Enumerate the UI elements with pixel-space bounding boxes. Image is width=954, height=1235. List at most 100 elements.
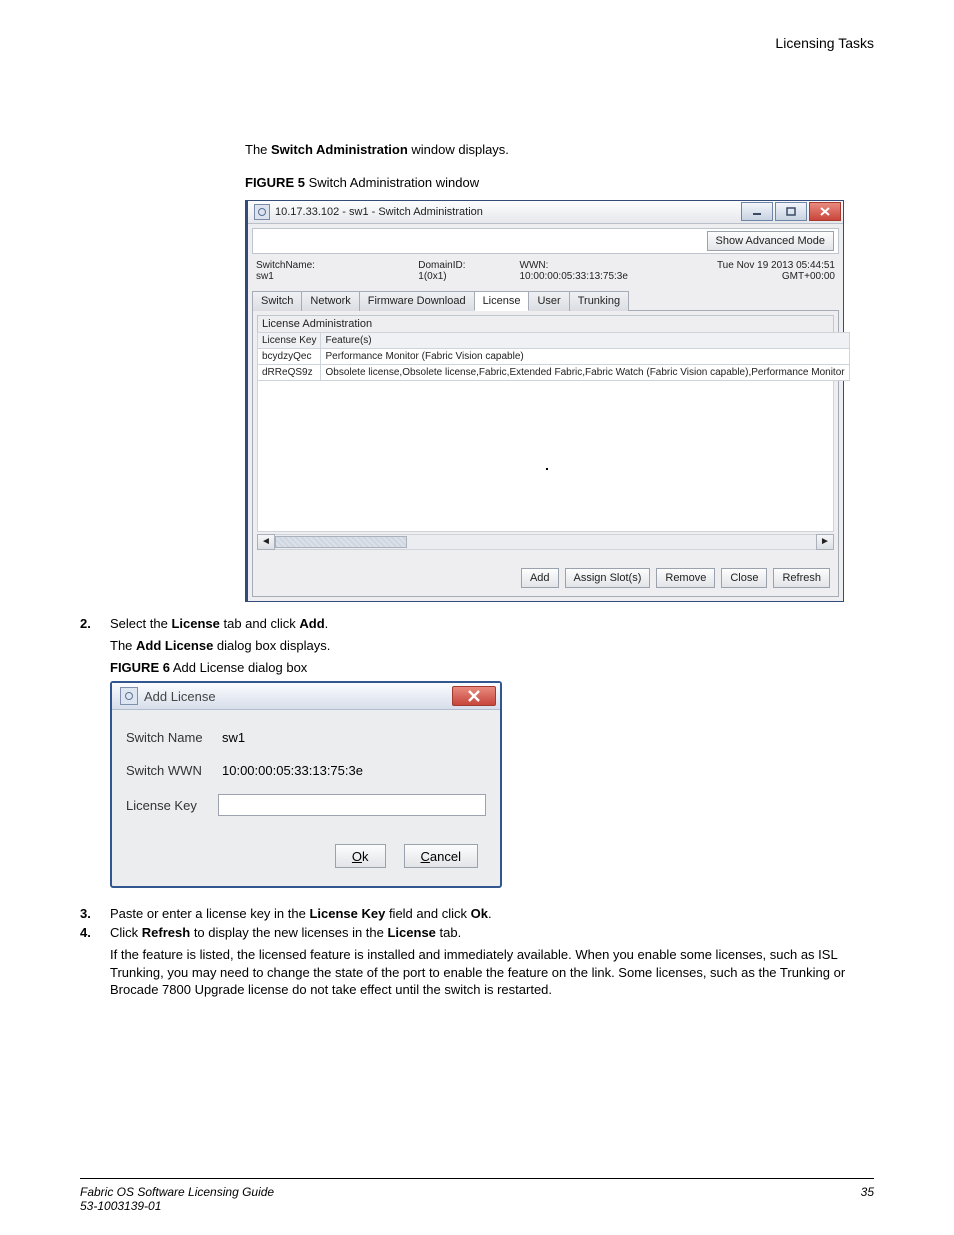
switch-wwn-label: Switch WWN xyxy=(126,763,218,778)
step-4: 4. Click Refresh to display the new lice… xyxy=(110,925,874,1005)
table-row[interactable]: bcydzyQec Performance Monitor (Fabric Vi… xyxy=(258,348,850,364)
text: tab and click xyxy=(220,616,300,631)
window-title: 10.17.33.102 - sw1 - Switch Administrati… xyxy=(275,206,739,218)
table-row[interactable]: dRReQS9z Obsolete license,Obsolete licen… xyxy=(258,364,850,380)
table-empty-area xyxy=(257,381,834,532)
status-bar: SwitchName: sw1 DomainID: 1(0x1) WWN: 10… xyxy=(252,260,839,282)
text: Paste or enter a license key in the xyxy=(110,906,309,921)
license-table: License Key Feature(s) bcydzyQec Perform… xyxy=(257,332,850,381)
step-2: 2. Select the License tab and click Add.… xyxy=(110,616,874,903)
step-3: 3. Paste or enter a license key in the L… xyxy=(110,906,874,921)
scroll-track[interactable] xyxy=(275,534,816,550)
tab-license[interactable]: License xyxy=(474,291,530,311)
text-bold: License xyxy=(387,925,435,940)
switch-admin-window: 10.17.33.102 - sw1 - Switch Administrati… xyxy=(245,200,844,602)
remove-button[interactable]: Remove xyxy=(656,568,715,588)
panel-title: License Administration xyxy=(257,315,834,332)
text: dialog box displays. xyxy=(213,638,330,653)
text-bold: Ok xyxy=(471,906,488,921)
show-advanced-mode-button[interactable]: Show Advanced Mode xyxy=(707,231,834,251)
text: k xyxy=(362,849,369,864)
text-bold: Add License xyxy=(136,638,213,653)
add-license-dialog: Add License Switch Name sw1 Switch xyxy=(110,681,502,888)
footer-docnum: 53-1003139-01 xyxy=(80,1199,861,1213)
text: . xyxy=(325,616,329,631)
switch-name-value: sw1 xyxy=(218,728,486,747)
step-4-note: If the feature is listed, the licensed f… xyxy=(110,946,874,999)
close-button[interactable] xyxy=(452,686,496,706)
horizontal-scrollbar[interactable]: ◄ ► xyxy=(257,534,834,550)
window-titlebar[interactable]: 10.17.33.102 - sw1 - Switch Administrati… xyxy=(248,201,843,224)
text-bold: License Key xyxy=(309,906,385,921)
footer-title: Fabric OS Software Licensing Guide xyxy=(80,1185,861,1199)
text: Select the xyxy=(110,616,171,631)
text: The xyxy=(110,638,136,653)
toolbar-row: Show Advanced Mode xyxy=(252,228,839,254)
step-number: 2. xyxy=(80,616,110,903)
text: Click xyxy=(110,925,142,940)
scroll-thumb[interactable] xyxy=(275,536,407,548)
switch-wwn-value: 10:00:00:05:33:13:75:3e xyxy=(218,761,486,780)
close-button[interactable]: Close xyxy=(721,568,767,588)
col-features[interactable]: Feature(s) xyxy=(321,332,849,348)
assign-slots-button[interactable]: Assign Slot(s) xyxy=(565,568,651,588)
cell-feat: Obsolete license,Obsolete license,Fabric… xyxy=(321,364,849,380)
mnemonic: O xyxy=(352,849,362,864)
text: to display the new licenses in the xyxy=(190,925,387,940)
wwn: WWN: 10:00:00:05:33:13:75:3e xyxy=(520,260,647,282)
license-key-label: License Key xyxy=(126,798,218,813)
figure-label: FIGURE 5 xyxy=(245,175,305,190)
text-bold: Refresh xyxy=(142,925,190,940)
tab-trunking[interactable]: Trunking xyxy=(569,291,629,311)
page-footer: Fabric OS Software Licensing Guide 53-10… xyxy=(80,1178,874,1213)
cell-feat: Performance Monitor (Fabric Vision capab… xyxy=(321,348,849,364)
text: . xyxy=(488,906,492,921)
switchname-value: sw1 xyxy=(256,271,274,282)
step-number: 3. xyxy=(80,906,110,921)
scroll-right-icon[interactable]: ► xyxy=(816,534,834,550)
maximize-button[interactable] xyxy=(775,202,807,221)
text-bold: Add xyxy=(299,616,324,631)
tab-firmware-download[interactable]: Firmware Download xyxy=(359,291,475,311)
switch-name-label: Switch Name xyxy=(126,730,218,745)
scroll-left-icon[interactable]: ◄ xyxy=(257,534,275,550)
figure5-caption: FIGURE 5 Switch Administration window xyxy=(245,175,874,190)
page-header: Licensing Tasks xyxy=(80,35,874,51)
text: window displays. xyxy=(408,142,509,157)
col-license-key[interactable]: License Key xyxy=(258,332,321,348)
figure-label: FIGURE 6 xyxy=(110,660,170,675)
license-panel: License Administration License Key Featu… xyxy=(252,310,839,597)
dialog-titlebar[interactable]: Add License xyxy=(112,683,500,710)
app-icon xyxy=(254,204,270,220)
figure-title: Add License dialog box xyxy=(170,660,307,675)
tab-user[interactable]: User xyxy=(528,291,569,311)
license-key-input[interactable] xyxy=(218,794,486,816)
text: The xyxy=(245,142,271,157)
switchname-label: SwitchName: xyxy=(256,260,315,271)
mnemonic: C xyxy=(421,849,430,864)
text-bold: Switch Administration xyxy=(271,142,408,157)
cell-key: bcydzyQec xyxy=(258,348,321,364)
timestamp: Tue Nov 19 2013 05:44:51 GMT+00:00 xyxy=(677,260,835,282)
tab-strip: Switch Network Firmware Download License… xyxy=(252,290,839,310)
text: tab. xyxy=(436,925,461,940)
text: ancel xyxy=(430,849,461,864)
add-button[interactable]: Add xyxy=(521,568,559,588)
cell-key: dRReQS9z xyxy=(258,364,321,380)
figure-title: Switch Administration window xyxy=(305,175,479,190)
tab-switch[interactable]: Switch xyxy=(252,291,302,311)
step-number: 4. xyxy=(80,925,110,1005)
text-bold: License xyxy=(171,616,219,631)
domainid: DomainID: 1(0x1) xyxy=(418,260,489,282)
text: field and click xyxy=(385,906,470,921)
tab-network[interactable]: Network xyxy=(301,291,359,311)
figure6-caption: FIGURE 6 Add License dialog box xyxy=(110,660,874,675)
cancel-button[interactable]: Cancel xyxy=(404,844,478,868)
dialog-title: Add License xyxy=(144,689,452,704)
app-icon xyxy=(120,687,138,705)
refresh-button[interactable]: Refresh xyxy=(773,568,830,588)
minimize-button[interactable] xyxy=(741,202,773,221)
ok-button[interactable]: Ok xyxy=(335,844,386,868)
close-button[interactable] xyxy=(809,202,841,221)
intro-paragraph: The Switch Administration window display… xyxy=(245,141,874,159)
